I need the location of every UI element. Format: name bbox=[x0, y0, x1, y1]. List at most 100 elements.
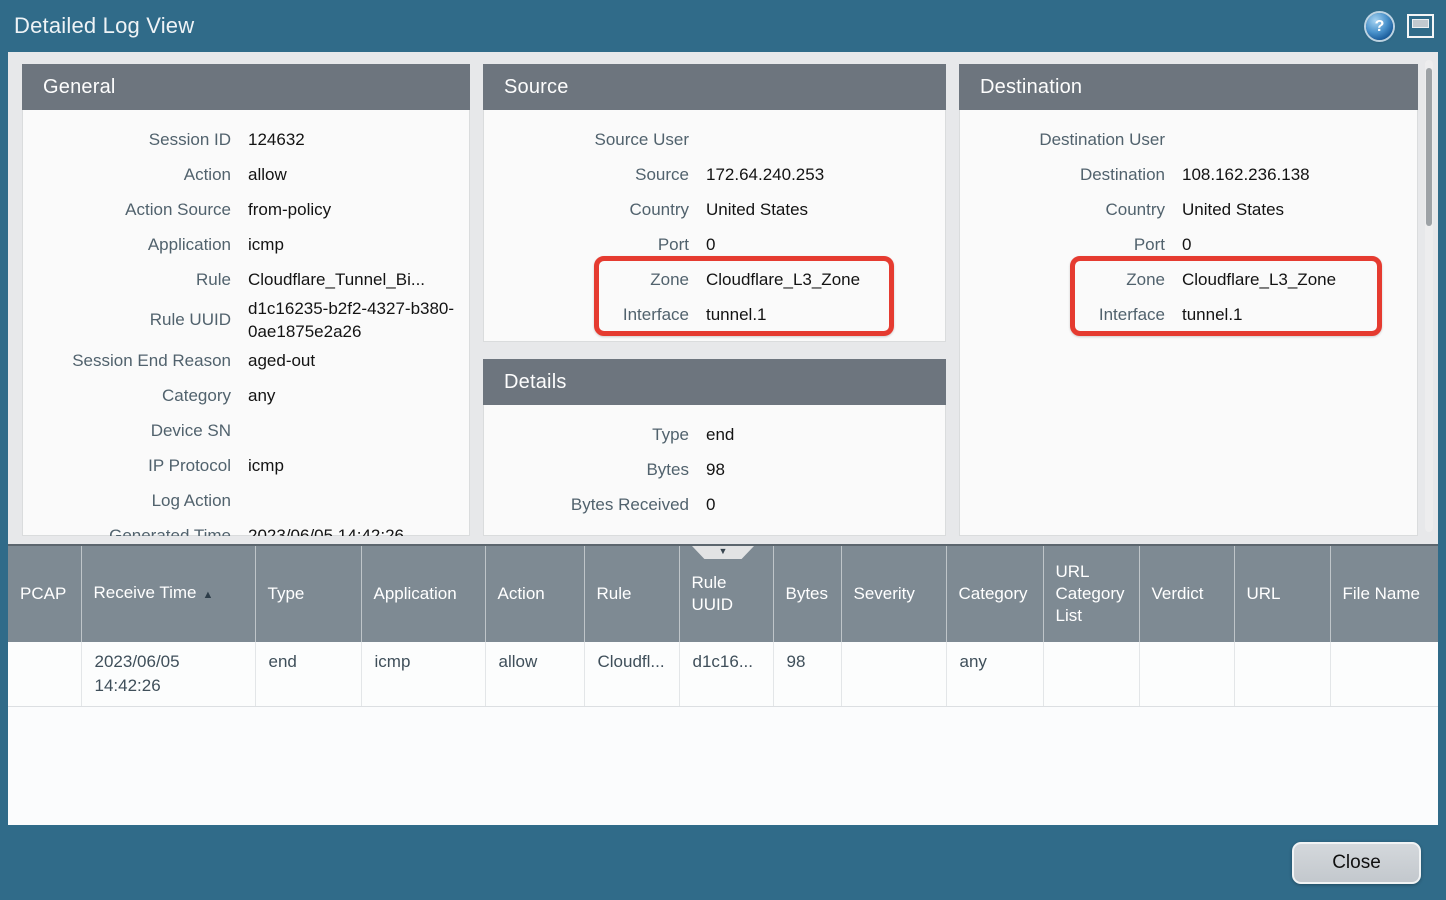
field-label: Destination bbox=[960, 165, 1165, 185]
field-row: Interface tunnel.1 bbox=[960, 297, 1417, 332]
field-value: icmp bbox=[248, 454, 469, 477]
field-label: Country bbox=[484, 200, 689, 220]
field-row: Bytes Received0 bbox=[484, 487, 945, 522]
field-row: Typeend bbox=[484, 417, 945, 452]
details-panel-body: Typeend Bytes98 Bytes Received0 bbox=[483, 405, 946, 536]
cell-receive-time[interactable]: 2023/06/05 14:42:26 bbox=[81, 642, 255, 706]
field-value: any bbox=[248, 384, 469, 407]
cell-rule-uuid[interactable]: d1c16... bbox=[679, 642, 773, 706]
cell-application[interactable]: icmp bbox=[361, 642, 485, 706]
column-header-rule-uuid[interactable]: Rule UUID bbox=[679, 546, 773, 642]
help-icon[interactable]: ? bbox=[1366, 13, 1393, 40]
column-header-url-category-list[interactable]: URL Category List bbox=[1043, 546, 1139, 642]
field-label: Interface bbox=[960, 305, 1165, 325]
field-value: tunnel.1 bbox=[706, 303, 945, 326]
cell-pcap[interactable] bbox=[8, 642, 81, 706]
cell-category[interactable]: any bbox=[946, 642, 1043, 706]
field-value: 108.162.236.138 bbox=[1182, 163, 1417, 186]
window-icon-glyph bbox=[1412, 19, 1429, 28]
chevron-down-icon: ▼ bbox=[692, 546, 754, 557]
field-row: Device SN bbox=[23, 413, 469, 448]
field-value: icmp bbox=[248, 233, 469, 256]
dialog-footer: Close bbox=[0, 825, 1446, 900]
field-row: Session End Reasonaged-out bbox=[23, 343, 469, 378]
column-header-file-name[interactable]: File Name bbox=[1330, 546, 1438, 642]
field-row: Port0 bbox=[484, 227, 945, 262]
field-label: Country bbox=[960, 200, 1165, 220]
column-header-url[interactable]: URL bbox=[1234, 546, 1330, 642]
column-header-receive-time[interactable]: Receive Time▲ bbox=[81, 546, 255, 642]
field-value: end bbox=[706, 423, 945, 446]
field-row: Destination User bbox=[960, 122, 1417, 157]
column-header-verdict[interactable]: Verdict bbox=[1139, 546, 1234, 642]
column-header-severity[interactable]: Severity bbox=[841, 546, 946, 642]
field-value: Cloudflare_L3_Zone bbox=[706, 268, 945, 291]
log-table-section: ▼ PCAP Receive Time▲ Type Application Ac… bbox=[8, 544, 1438, 825]
field-label: Application bbox=[23, 235, 231, 255]
field-value: United States bbox=[1182, 198, 1417, 221]
cell-rule[interactable]: Cloudfl... bbox=[584, 642, 679, 706]
column-header-rule[interactable]: Rule bbox=[584, 546, 679, 642]
field-label: Bytes Received bbox=[484, 495, 689, 515]
field-label: Log Action bbox=[23, 491, 231, 511]
field-row: Category any bbox=[23, 378, 469, 413]
cell-action[interactable]: allow bbox=[485, 642, 584, 706]
details-panel-header: Details bbox=[483, 359, 946, 405]
cell-file-name[interactable] bbox=[1330, 642, 1438, 706]
vertical-scrollbar[interactable] bbox=[1425, 60, 1433, 532]
field-row: Action Sourcefrom-policy bbox=[23, 192, 469, 227]
field-row: Destination 108.162.236.138 bbox=[960, 157, 1417, 192]
log-table: PCAP Receive Time▲ Type Application Acti… bbox=[8, 546, 1438, 707]
field-row: Session ID 124632 bbox=[23, 122, 469, 157]
destination-panel: Destination Destination User Destination… bbox=[959, 64, 1418, 536]
field-value: 124632 bbox=[248, 128, 469, 151]
field-label: IP Protocol bbox=[23, 456, 231, 476]
field-row: Country United States bbox=[960, 192, 1417, 227]
column-header-category[interactable]: Category bbox=[946, 546, 1043, 642]
cell-url-category-list[interactable] bbox=[1043, 642, 1139, 706]
panel-gap bbox=[483, 342, 946, 359]
details-panel: Details Typeend Bytes98 Bytes Received0 bbox=[483, 359, 946, 536]
source-panel-header: Source bbox=[483, 64, 946, 110]
field-row: ZoneCloudflare_L3_Zone bbox=[484, 262, 945, 297]
column-header-type[interactable]: Type bbox=[255, 546, 361, 642]
column-header-application[interactable]: Application bbox=[361, 546, 485, 642]
dialog-title-bar: Detailed Log View ? bbox=[0, 0, 1446, 52]
field-row: Source User bbox=[484, 122, 945, 157]
cell-verdict[interactable] bbox=[1139, 642, 1234, 706]
scrollbar-thumb[interactable] bbox=[1426, 68, 1432, 226]
source-panel-body: Source User Source172.64.240.253 Country… bbox=[483, 110, 946, 342]
field-value: 172.64.240.253 bbox=[706, 163, 945, 186]
field-label: Generated Time bbox=[23, 526, 231, 537]
field-value: aged-out bbox=[248, 349, 469, 372]
field-label: Zone bbox=[960, 270, 1165, 290]
column-header-pcap[interactable]: PCAP bbox=[8, 546, 81, 642]
cell-bytes[interactable]: 98 bbox=[773, 642, 841, 706]
close-button[interactable]: Close bbox=[1292, 842, 1421, 884]
window-icon[interactable] bbox=[1407, 14, 1434, 38]
field-row: Country United States bbox=[484, 192, 945, 227]
field-row: Application icmp bbox=[23, 227, 469, 262]
cell-severity[interactable] bbox=[841, 642, 946, 706]
destination-panel-body: Destination User Destination 108.162.236.… bbox=[959, 110, 1418, 536]
field-label: Destination User bbox=[960, 130, 1165, 150]
column-header-bytes[interactable]: Bytes bbox=[773, 546, 841, 642]
field-value: United States bbox=[706, 198, 945, 221]
cell-url[interactable] bbox=[1234, 642, 1330, 706]
field-row: Generated Time2023/06/05 14:42:26 bbox=[23, 518, 469, 536]
cell-type[interactable]: end bbox=[255, 642, 361, 706]
field-row: Rule UUIDd1c16235-b2f2-4327-b380-0ae1875… bbox=[23, 297, 469, 343]
field-label: Port bbox=[960, 235, 1165, 255]
field-label: Interface bbox=[484, 305, 689, 325]
field-row: IP Protocol icmp bbox=[23, 448, 469, 483]
field-value: 0 bbox=[706, 233, 945, 256]
field-row: RuleCloudflare_Tunnel_Bi... bbox=[23, 262, 469, 297]
field-value: tunnel.1 bbox=[1182, 303, 1417, 326]
field-row: Actionallow bbox=[23, 157, 469, 192]
general-panel-body: Session ID 124632 Actionallow Action Sour… bbox=[22, 110, 470, 536]
field-value: 98 bbox=[706, 458, 945, 481]
field-label: Category bbox=[23, 386, 231, 406]
field-label: Device SN bbox=[23, 421, 231, 441]
field-label: Session ID bbox=[23, 130, 231, 150]
column-header-action[interactable]: Action bbox=[485, 546, 584, 642]
